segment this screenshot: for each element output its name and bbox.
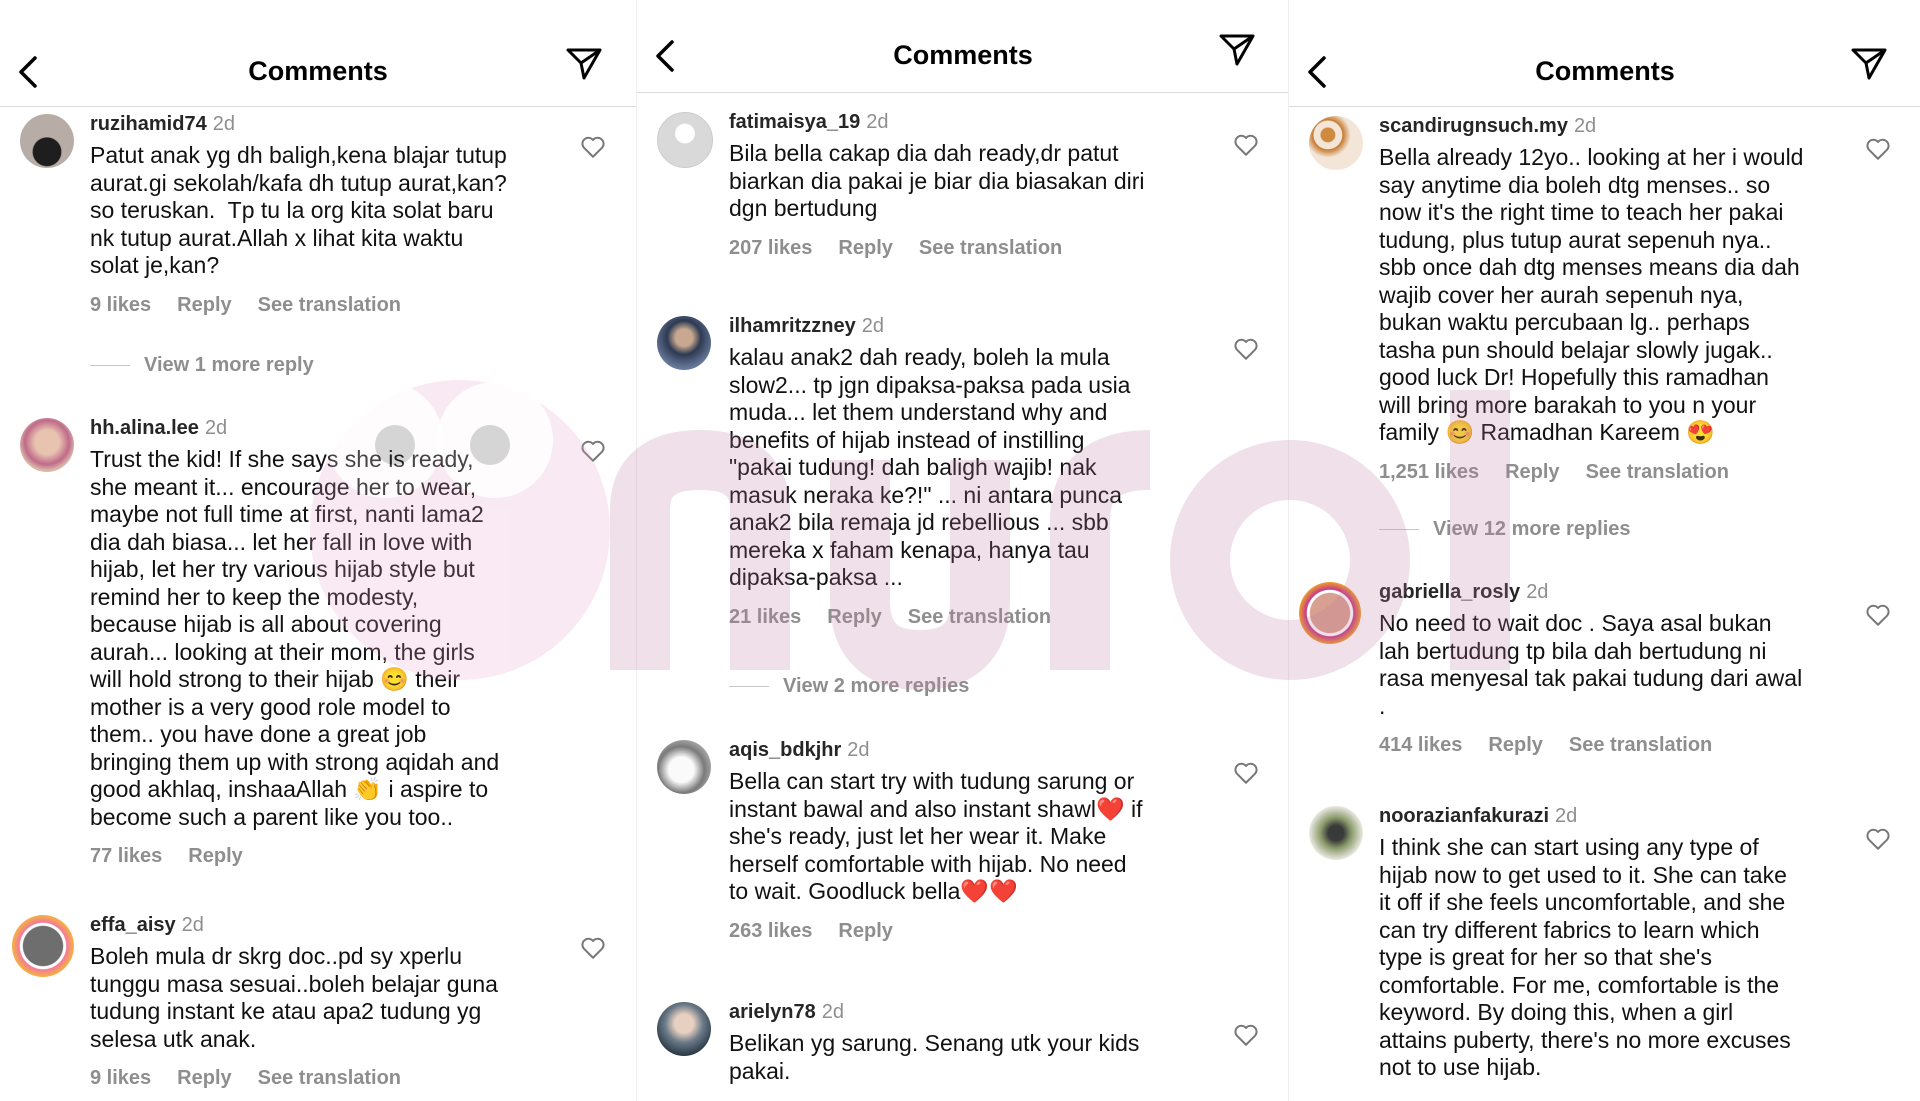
- avatar[interactable]: [1309, 806, 1363, 860]
- avatar[interactable]: [657, 316, 711, 370]
- reply-button[interactable]: Reply: [838, 920, 892, 942]
- avatar[interactable]: [20, 418, 74, 472]
- heart-outline-icon[interactable]: [580, 134, 606, 160]
- send-button[interactable]: [1849, 44, 1893, 88]
- comment-time: 2d: [1526, 581, 1549, 603]
- likes-count[interactable]: 414 likes: [1379, 734, 1462, 756]
- likes-count[interactable]: 77 likes: [90, 845, 162, 867]
- comment-text: Trust the kid! If she says she is ready,…: [90, 446, 500, 830]
- comment-time: 2d: [847, 739, 870, 761]
- avatar[interactable]: [1299, 582, 1361, 644]
- likes-count[interactable]: 1,251 likes: [1379, 461, 1479, 483]
- heart-outline-icon[interactable]: [1233, 336, 1259, 362]
- view-more-replies[interactable]: View 1 more reply: [90, 354, 314, 377]
- view-more-label: View 2 more replies: [783, 675, 970, 697]
- header: Comments: [1289, 0, 1920, 107]
- heart-outline-icon[interactable]: [1865, 602, 1891, 628]
- username[interactable]: effa_aisy: [90, 914, 176, 936]
- comment-text: Belikan yg sarung. Senang utk your kids …: [729, 1030, 1140, 1084]
- view-more-label: View 12 more replies: [1433, 518, 1631, 540]
- page-title: Comments: [893, 40, 1033, 70]
- paper-plane-icon: [1219, 34, 1255, 66]
- username[interactable]: aqis_bdkjhr: [729, 739, 841, 761]
- heart-outline-icon[interactable]: [580, 438, 606, 464]
- comment-text: Bella can start try with tudung sarung o…: [729, 768, 1143, 904]
- username[interactable]: hh.alina.lee: [90, 417, 199, 439]
- username[interactable]: noorazianfakurazi: [1379, 805, 1549, 827]
- comment-text: No need to wait doc . Saya asal bukan la…: [1379, 610, 1803, 719]
- comment-time: 2d: [1573, 115, 1597, 137]
- avatar[interactable]: [12, 915, 74, 977]
- likes-count[interactable]: 21 likes: [729, 606, 801, 628]
- see-translation-button[interactable]: See translation: [1569, 734, 1712, 756]
- reply-button[interactable]: Reply: [188, 845, 242, 867]
- likes-count[interactable]: 263 likes: [729, 920, 812, 942]
- view-more-label: View 1 more reply: [144, 354, 314, 376]
- comment-time: 2d: [1555, 805, 1578, 827]
- comment-time: 2d: [212, 113, 235, 135]
- heart-outline-icon[interactable]: [1233, 1022, 1259, 1048]
- avatar[interactable]: [657, 112, 713, 168]
- comment-time: 2d: [204, 417, 228, 439]
- paper-plane-icon: [1851, 48, 1887, 80]
- reply-button[interactable]: Reply: [838, 237, 892, 259]
- comment-time: 2d: [866, 111, 889, 133]
- avatar[interactable]: [657, 740, 711, 794]
- view-more-replies[interactable]: View 12 more replies: [1379, 518, 1631, 541]
- reply-button[interactable]: Reply: [177, 1067, 231, 1089]
- reply-button[interactable]: Reply: [1505, 461, 1559, 483]
- heart-outline-icon[interactable]: [1233, 760, 1259, 786]
- header: Comments: [637, 0, 1289, 93]
- avatar[interactable]: [20, 114, 74, 168]
- header: Comments: [0, 0, 636, 107]
- comment-text: Bella already 12yo.. looking at her i wo…: [1379, 144, 1804, 445]
- comment-text: kalau anak2 dah ready, boleh la mula slo…: [729, 344, 1131, 590]
- reply-button[interactable]: Reply: [1488, 734, 1542, 756]
- see-translation-button[interactable]: See translation: [908, 606, 1051, 628]
- likes-count[interactable]: 9 likes: [90, 1067, 151, 1089]
- view-more-replies[interactable]: View 2 more replies: [729, 675, 969, 698]
- likes-count[interactable]: 9 likes: [90, 294, 151, 316]
- comment-text: Bila bella cakap dia dah ready,dr patut …: [729, 140, 1145, 221]
- see-translation-button[interactable]: See translation: [919, 237, 1062, 259]
- reply-button[interactable]: Reply: [827, 606, 881, 628]
- page-title: Comments: [248, 56, 388, 86]
- comments-panel-2: Comments fatimaisya_19 2d Bila bella caka…: [636, 0, 1289, 1101]
- username[interactable]: arielyn78: [729, 1001, 816, 1023]
- comment-text: Boleh mula dr skrg doc..pd sy xperlu tun…: [90, 943, 498, 1052]
- heart-outline-icon[interactable]: [1233, 132, 1259, 158]
- comment-time: 2d: [181, 914, 204, 936]
- comments-panel-1: Comments ruzihamid74 2d Patut anak yg dh …: [0, 0, 636, 1101]
- avatar[interactable]: [1309, 116, 1363, 170]
- username[interactable]: ruzihamid74: [90, 113, 207, 135]
- comment-text: I think she can start using any type of …: [1379, 834, 1791, 1080]
- username[interactable]: fatimaisya_19: [729, 111, 860, 133]
- likes-count[interactable]: 207 likes: [729, 237, 812, 259]
- see-translation-button[interactable]: See translation: [1586, 461, 1729, 483]
- page-title: Comments: [1535, 56, 1675, 86]
- username[interactable]: scandirugnsuch.my: [1379, 115, 1568, 137]
- username[interactable]: gabriella_rosly: [1379, 581, 1520, 603]
- paper-plane-icon: [566, 48, 602, 80]
- reply-button[interactable]: Reply: [177, 294, 231, 316]
- send-button[interactable]: [564, 44, 608, 88]
- see-translation-button[interactable]: See translation: [258, 1067, 401, 1089]
- see-translation-button[interactable]: See translation: [258, 294, 401, 316]
- comments-panel-3: Comments scandirugnsuch.my 2d Bella alrea…: [1288, 0, 1920, 1101]
- heart-outline-icon[interactable]: [580, 935, 606, 961]
- heart-outline-icon[interactable]: [1865, 826, 1891, 852]
- avatar[interactable]: [657, 1002, 711, 1056]
- comment-time: 2d: [821, 1001, 844, 1023]
- send-button[interactable]: [1217, 30, 1261, 74]
- heart-outline-icon[interactable]: [1865, 136, 1891, 162]
- comment-time: 2d: [861, 315, 884, 337]
- username[interactable]: ilhamritzzney: [729, 315, 856, 337]
- comment-text: Patut anak yg dh baligh,kena blajar tutu…: [90, 142, 507, 278]
